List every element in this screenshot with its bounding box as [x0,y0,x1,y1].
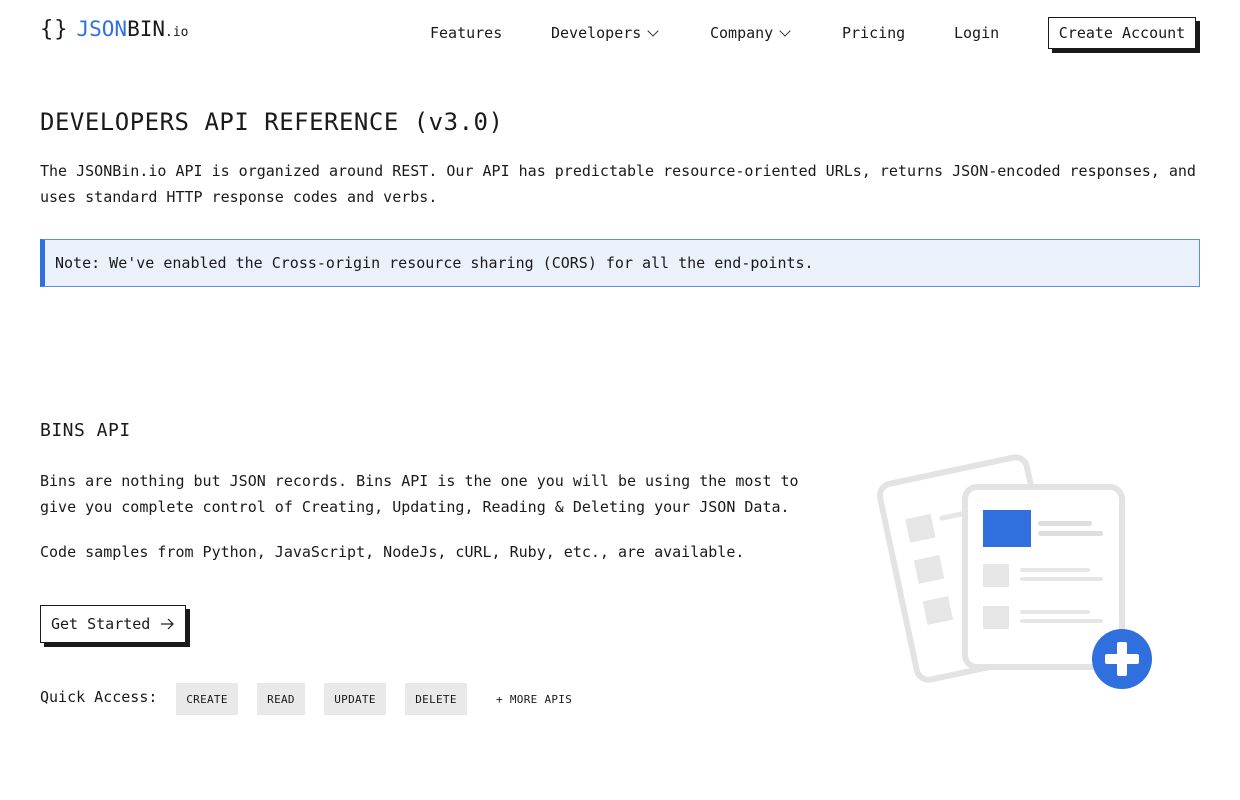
quick-access-read-label: READ [267,692,295,706]
cors-note-text: Note: We've enabled the Cross-origin res… [55,254,814,272]
chevron-down-icon [647,24,659,37]
quick-access-create[interactable]: CREATE [176,683,238,715]
logo-bin: BIN [127,17,166,41]
get-started-label: Get Started [51,615,151,633]
quick-access-label: Quick Access: [40,688,158,706]
nav-pricing[interactable]: Pricing [842,24,905,42]
nav-login-label: Login [954,24,1000,42]
front-document [962,484,1125,670]
nav-features[interactable]: Features [430,24,502,42]
page-title: DEVELOPERS API REFERENCE (v3.0) [40,108,504,136]
nav-pricing-label: Pricing [842,24,906,42]
quick-access-create-label: CREATE [186,692,228,706]
quick-access-more-label: + MORE APIS [496,692,573,706]
bins-api-samples: Code samples from Python, JavaScript, No… [40,543,745,561]
bins-api-title: BINS API [40,420,131,441]
nav-company[interactable]: Company [710,24,791,42]
quick-access-more-apis[interactable]: + MORE APIS [496,683,572,715]
chevron-down-icon [779,24,791,37]
nav-developers-label: Developers [551,24,642,42]
logo-braces: {} [40,17,69,42]
header: {} JSON BIN .io Features Developers Comp… [0,0,1240,66]
bins-api-description: Bins are nothing but JSON records. Bins … [40,472,799,516]
nav-features-label: Features [430,24,503,42]
create-account-button[interactable]: Create Account [1048,17,1196,49]
logo[interactable]: {} JSON BIN .io [40,17,189,42]
quick-access-update-label: UPDATE [334,692,376,706]
get-started-button[interactable]: Get Started [40,605,186,643]
quick-access-read[interactable]: READ [257,683,305,715]
cors-note: Note: We've enabled the Cross-origin res… [40,239,1200,287]
arrow-right-icon [161,618,175,630]
quick-access-update[interactable]: UPDATE [324,683,386,715]
quick-access-delete-label: DELETE [415,692,457,706]
plus-circle-icon [1092,629,1152,689]
intro-description: The JSONBin.io API is organized around R… [40,162,1196,206]
nav-login[interactable]: Login [954,24,999,42]
create-account-label: Create Account [1058,24,1186,42]
nav-developers[interactable]: Developers [551,24,659,42]
nav-company-label: Company [710,24,774,42]
documents-add-illustration [876,454,1152,689]
quick-access-delete[interactable]: DELETE [405,683,467,715]
logo-json: JSON [76,17,128,41]
logo-io: .io [165,25,189,40]
